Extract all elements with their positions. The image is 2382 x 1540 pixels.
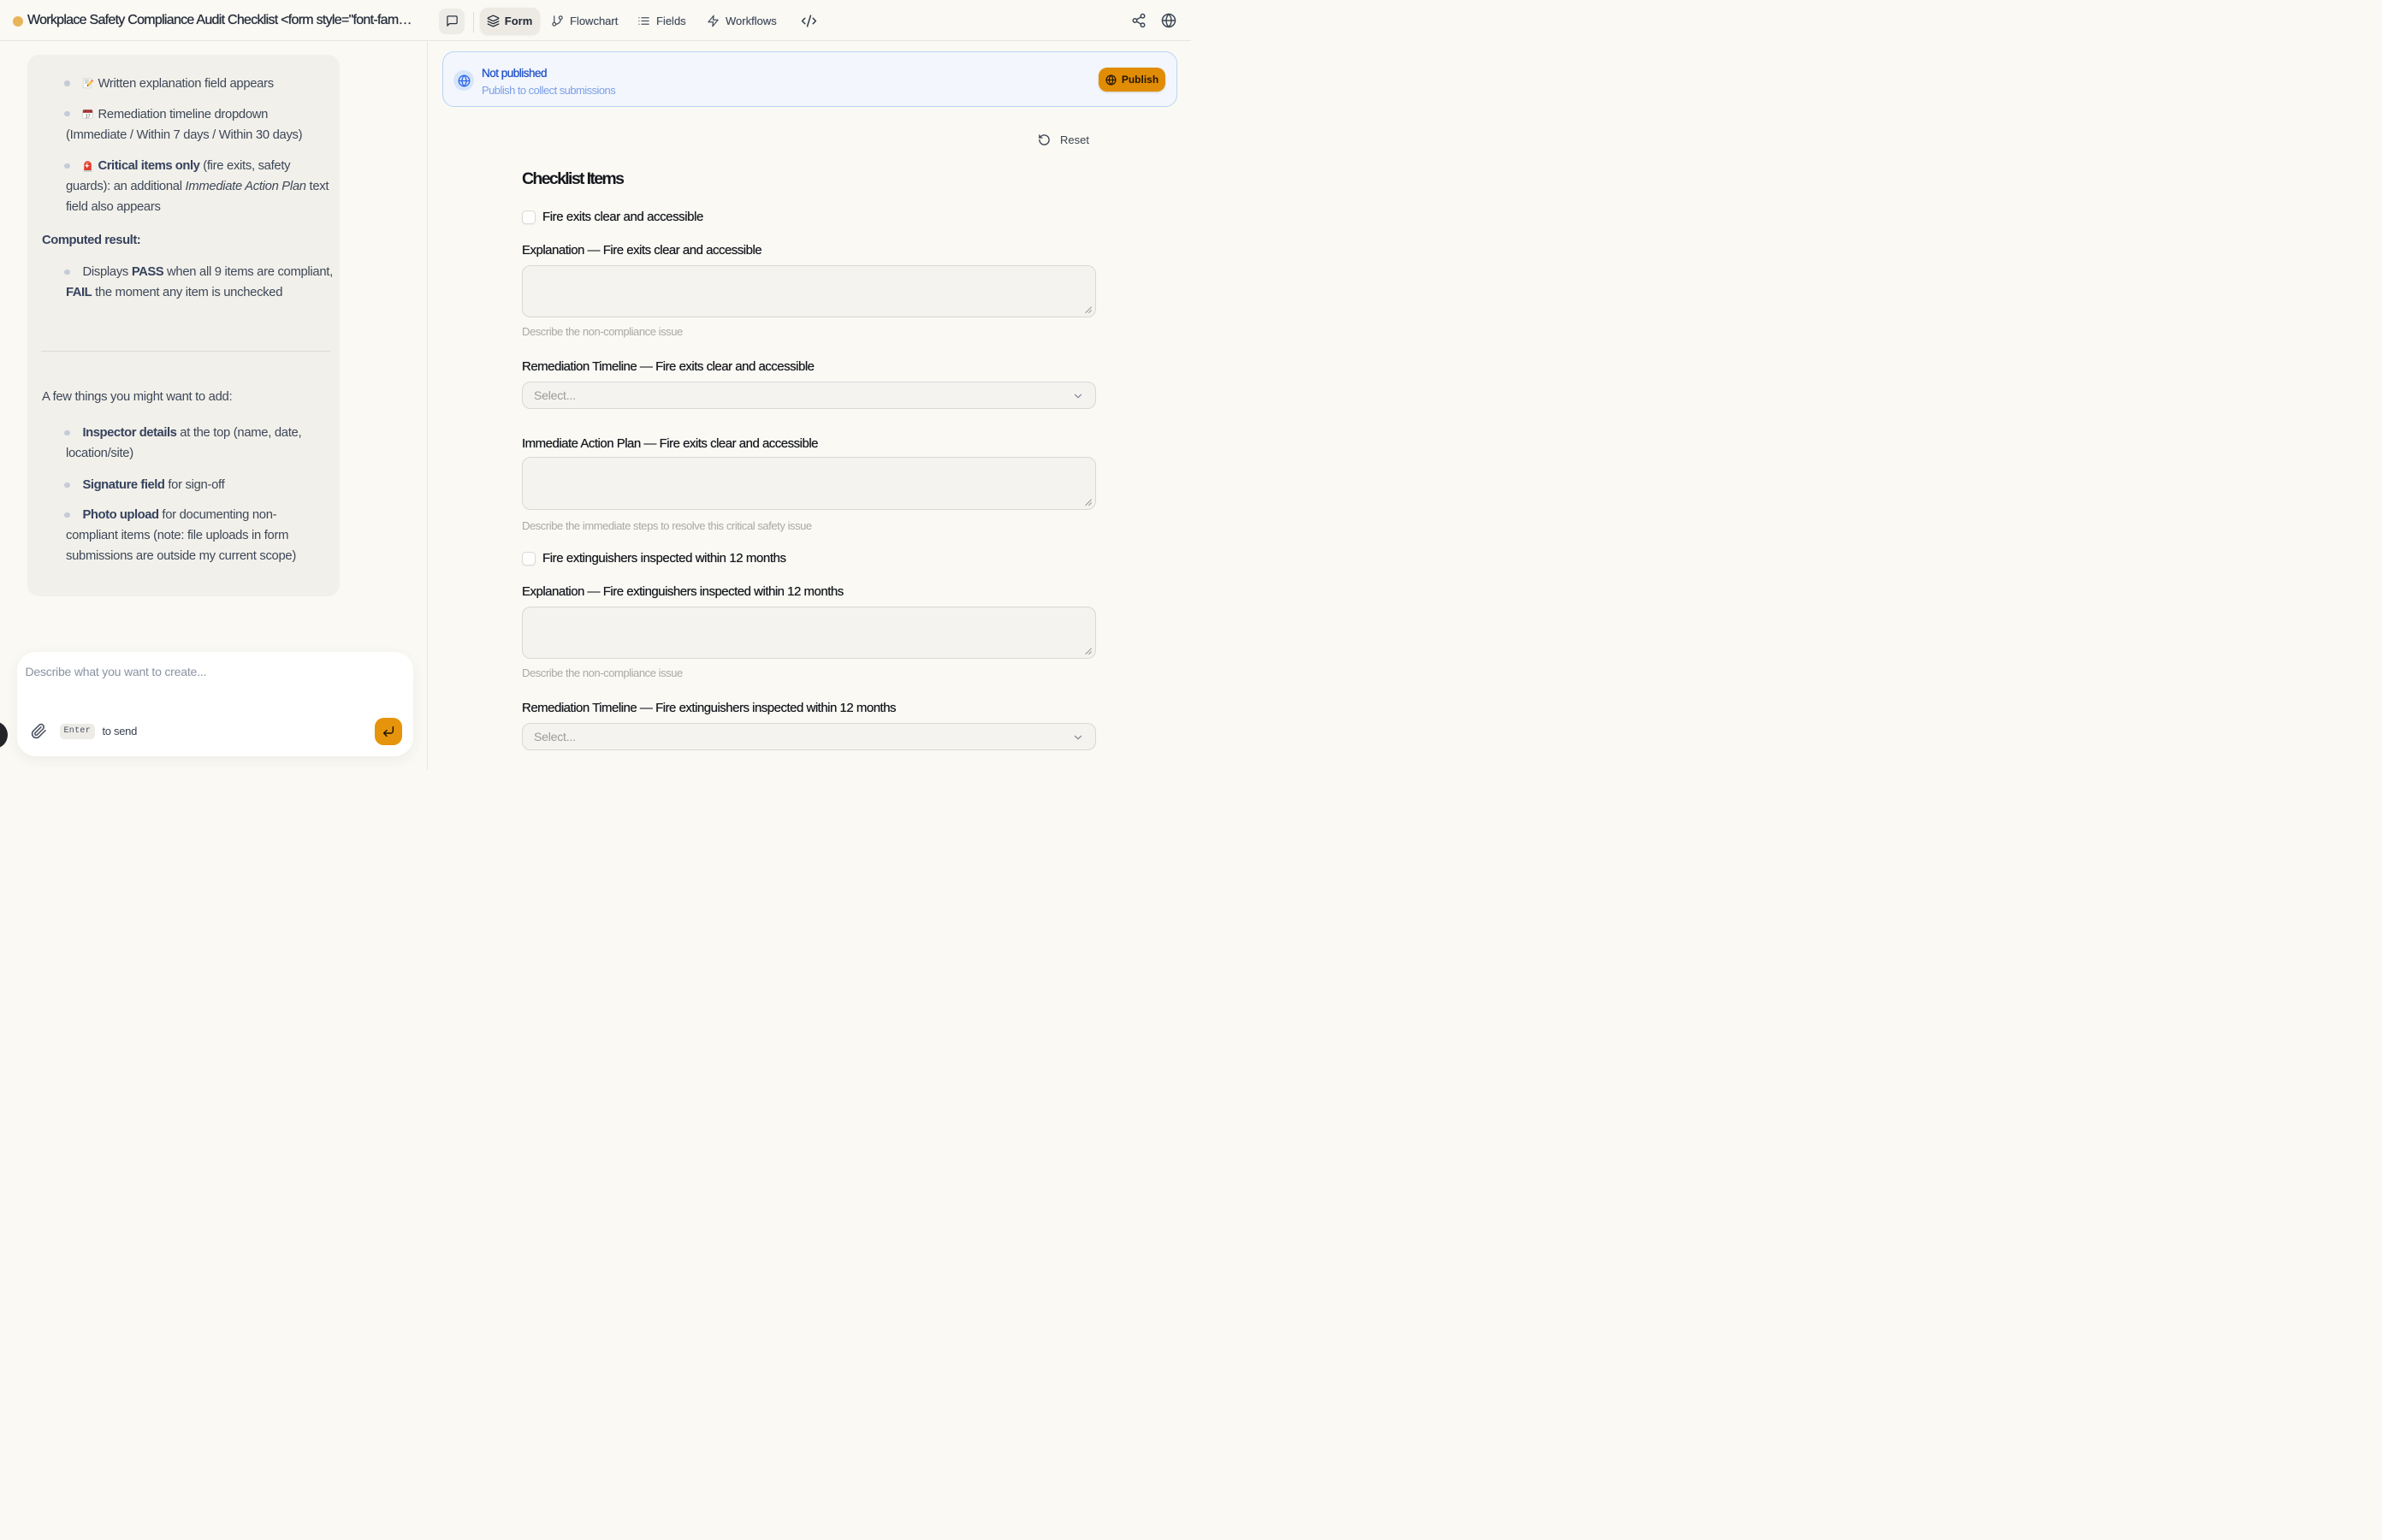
svg-text:17: 17 [85,114,90,119]
